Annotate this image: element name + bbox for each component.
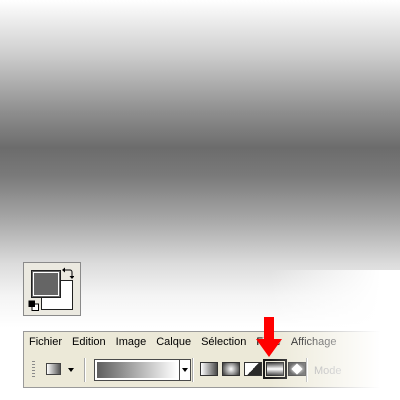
swap-colors-icon[interactable] bbox=[62, 267, 74, 279]
menu-calque[interactable]: Calque bbox=[151, 336, 196, 348]
gradient-preview bbox=[97, 362, 177, 378]
menu-selection[interactable]: Sélection bbox=[196, 336, 251, 348]
toolbar-grip[interactable] bbox=[32, 361, 35, 379]
mode-label: Mode bbox=[314, 365, 342, 377]
color-swatch-panel bbox=[23, 262, 81, 316]
foreground-color-swatch[interactable] bbox=[31, 270, 61, 298]
tool-preset-picker[interactable] bbox=[46, 361, 76, 379]
gradient-tool-icon bbox=[46, 363, 61, 375]
default-colors-icon[interactable] bbox=[28, 300, 39, 311]
toolbar-divider bbox=[84, 358, 86, 382]
chevron-down-icon bbox=[182, 368, 188, 372]
menu-image[interactable]: Image bbox=[111, 336, 152, 348]
menu-bar: Fichier Edition Image Calque Sélection F… bbox=[23, 331, 400, 352]
chevron-down-icon bbox=[68, 368, 74, 372]
menu-fichier[interactable]: Fichier bbox=[24, 336, 67, 348]
red-arrow-icon bbox=[256, 317, 282, 357]
menu-affichage[interactable]: Affichage bbox=[286, 336, 342, 348]
gradient-picker-dropdown[interactable] bbox=[180, 359, 191, 381]
reflected-gradient-icon[interactable] bbox=[263, 359, 287, 379]
gradient-picker[interactable] bbox=[94, 359, 180, 381]
options-bar: Mode bbox=[23, 352, 400, 388]
linear-gradient-icon[interactable] bbox=[200, 362, 218, 376]
radial-gradient-icon[interactable] bbox=[222, 362, 240, 376]
toolbar-divider bbox=[192, 358, 194, 382]
angle-gradient-icon[interactable] bbox=[244, 362, 262, 376]
menu-edition[interactable]: Edition bbox=[67, 336, 111, 348]
gradient-type-group bbox=[200, 359, 310, 379]
diamond-gradient-icon[interactable] bbox=[288, 362, 306, 376]
toolbar-divider bbox=[306, 358, 308, 382]
